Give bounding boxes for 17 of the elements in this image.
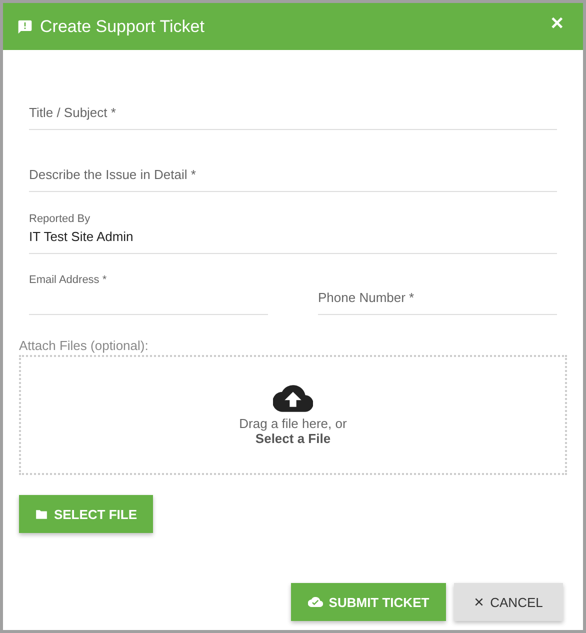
- drop-zone[interactable]: Drag a file here, or Select a File: [19, 355, 567, 475]
- input-field[interactable]: Describe the Issue in Detail *: [29, 167, 557, 192]
- folder-icon: [34, 508, 48, 520]
- input-field[interactable]: IT Test Site Admin: [29, 229, 557, 254]
- field-label: Reported By: [29, 213, 92, 225]
- input-field[interactable]: Title / Subject *: [29, 105, 557, 130]
- cloud-check-icon: [308, 597, 323, 607]
- close-icon: [474, 597, 484, 607]
- cancel-button[interactable]: CANCEL: [454, 583, 563, 621]
- input-field[interactable]: Phone Number *: [318, 290, 557, 315]
- drop-instructions: Drag a file here, or: [239, 416, 347, 430]
- field-label: Email Address *: [29, 274, 108, 286]
- dialog-title: Create Support Ticket: [40, 16, 204, 36]
- message-alert-icon: [17, 18, 33, 34]
- select-file-link[interactable]: Select a File: [255, 430, 331, 446]
- attach-label: Attach Files (optional):: [19, 338, 150, 353]
- cloud-upload-icon: [273, 384, 313, 412]
